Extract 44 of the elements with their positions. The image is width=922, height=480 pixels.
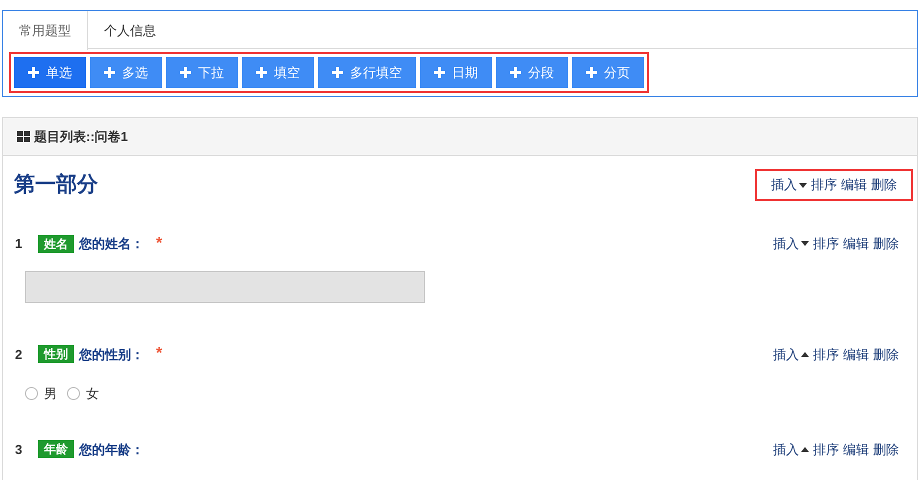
plus-icon xyxy=(28,67,39,78)
edit-link[interactable]: 编辑 xyxy=(843,440,869,459)
plus-icon xyxy=(586,67,597,78)
plus-icon xyxy=(434,67,445,78)
panel-title: 题目列表::问卷1 xyxy=(34,128,128,146)
question-number: 2 xyxy=(15,346,24,364)
tab[interactable]: 常用题型 xyxy=(3,11,88,50)
insert-link[interactable]: 插入 xyxy=(773,344,809,364)
sort-link[interactable]: 排序 xyxy=(813,440,839,459)
edit-link[interactable]: 编辑 xyxy=(841,175,867,195)
question-title: 您的年龄： xyxy=(79,440,144,458)
plus-icon xyxy=(332,67,343,78)
plus-icon xyxy=(180,67,191,78)
delete-link[interactable]: 删除 xyxy=(873,234,899,254)
insert-link[interactable]: 插入 xyxy=(773,440,809,459)
add-question-button[interactable]: 单选 xyxy=(14,57,86,88)
answer-field[interactable] xyxy=(25,270,425,302)
required-mark: * xyxy=(156,346,162,362)
sort-link[interactable]: 排序 xyxy=(813,344,839,364)
edit-link[interactable]: 编辑 xyxy=(843,234,869,254)
tab[interactable]: 个人信息 xyxy=(88,11,172,50)
radio-option[interactable]: 男 xyxy=(25,384,57,404)
grid-icon xyxy=(17,131,30,142)
delete-link[interactable]: 删除 xyxy=(873,440,899,459)
plus-icon xyxy=(256,67,267,78)
edit-link[interactable]: 编辑 xyxy=(843,344,869,364)
question-tag: 姓名 xyxy=(38,234,74,253)
question-tag: 性别 xyxy=(38,345,74,364)
radio-option[interactable]: 女 xyxy=(67,384,99,404)
section-title: 第一部分 xyxy=(14,172,98,198)
question-number: 1 xyxy=(15,235,24,253)
delete-link[interactable]: 删除 xyxy=(873,344,899,364)
question-tag: 年龄 xyxy=(38,440,74,458)
question-number: 3 xyxy=(15,440,24,458)
insert-link[interactable]: 插入 xyxy=(773,234,809,254)
required-mark: * xyxy=(156,236,162,252)
sort-link[interactable]: 排序 xyxy=(813,234,839,254)
plus-icon xyxy=(104,67,115,78)
delete-link[interactable]: 删除 xyxy=(871,175,897,195)
plus-icon xyxy=(510,67,521,78)
sort-link[interactable]: 排序 xyxy=(811,175,837,195)
question-title: 您的姓名： xyxy=(79,235,144,253)
question-title: 您的性别： xyxy=(79,346,144,364)
insert-link[interactable]: 插入 xyxy=(771,175,807,195)
